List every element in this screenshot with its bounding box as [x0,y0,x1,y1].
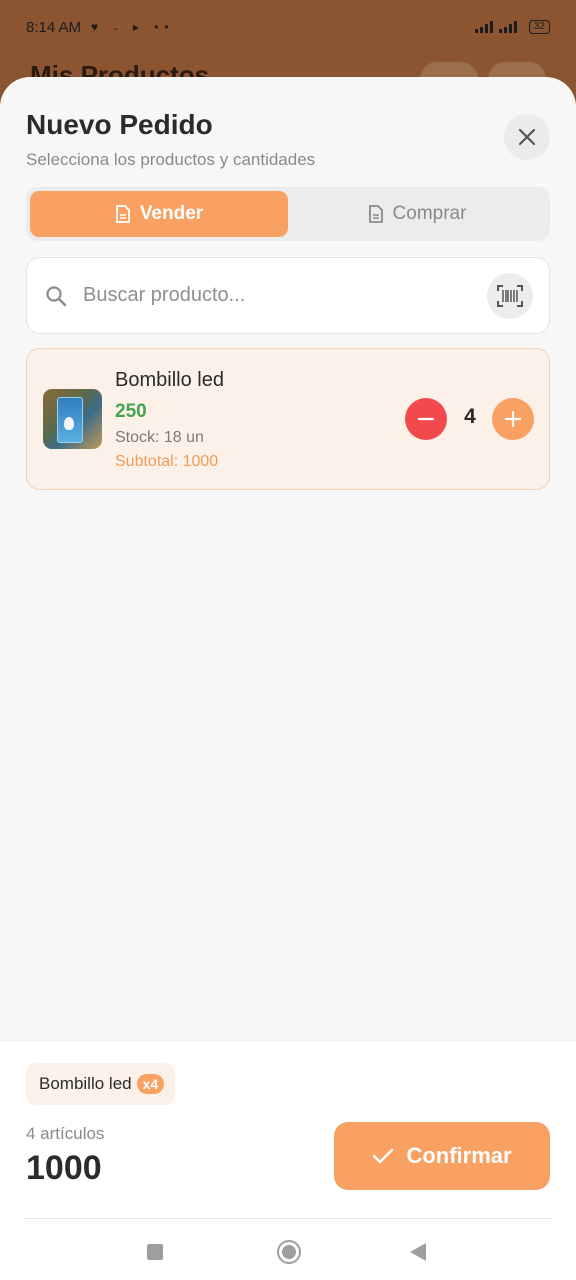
search-bar [26,257,550,334]
tab-label: Comprar [392,203,467,224]
order-total: 1000 [26,1149,102,1187]
file-icon [115,205,130,223]
plus-icon [505,411,521,427]
search-input[interactable] [83,284,487,307]
tab-vender[interactable]: Vender [30,191,288,237]
product-stock: Stock: 18 un [115,429,204,446]
product-subtotal: Subtotal: 1000 [115,453,219,470]
recents-icon[interactable] [147,1244,163,1260]
chip-quantity-badge: x4 [136,1074,165,1094]
scan-barcode-button[interactable] [487,272,533,319]
status-bar: 8:14 AM ♥ ˗ ▸ •• 32 [0,0,576,54]
check-icon [373,1148,394,1164]
search-icon [43,283,69,309]
system-navigation-bar [0,1224,576,1274]
product-price: 250 [115,401,147,422]
barcode-scan-icon [497,284,523,307]
back-icon[interactable] [410,1243,426,1261]
minus-icon [418,417,434,421]
close-icon [518,128,536,146]
items-count: 4 artículos [26,1124,105,1143]
tab-label: Vender [139,203,204,224]
status-left: 8:14 AM ♥ ˗ ▸ •• [26,19,175,36]
tab-comprar[interactable]: Comprar [288,191,546,237]
selected-item-chip: Bombillo led x4 [26,1063,176,1105]
order-type-tabs: Vender Comprar [26,187,550,241]
battery-icon: 32 [528,20,550,34]
status-time: 8:14 AM [26,18,82,36]
signal-icon [474,21,493,33]
product-card: Bombillo led 250 Stock: 18 un Subtotal: … [26,348,550,490]
decrease-quantity-button[interactable] [405,398,447,440]
notification-icons: ♥ ˗ ▸ •• [91,20,175,34]
file-icon [368,205,383,223]
sheet-subtitle: Selecciona los productos y cantidades [26,150,316,169]
chip-label: Bombillo led [39,1074,132,1093]
order-summary-footer: Bombillo led x4 4 artículos 1000 Confirm… [0,1040,576,1280]
divider [24,1218,552,1219]
signal-icon [498,21,517,33]
status-right: 32 [474,20,550,34]
product-name: Bombillo led [115,369,224,391]
increase-quantity-button[interactable] [492,398,534,440]
confirm-label: Confirmar [406,1143,512,1168]
confirm-button[interactable]: Confirmar [334,1122,550,1190]
home-icon[interactable] [277,1240,301,1264]
product-image [43,389,102,449]
quantity-value: 4 [464,405,476,428]
new-order-sheet: Nuevo Pedido Selecciona los productos y … [0,77,576,1280]
sheet-title: Nuevo Pedido [26,109,213,140]
close-button[interactable] [504,114,550,160]
